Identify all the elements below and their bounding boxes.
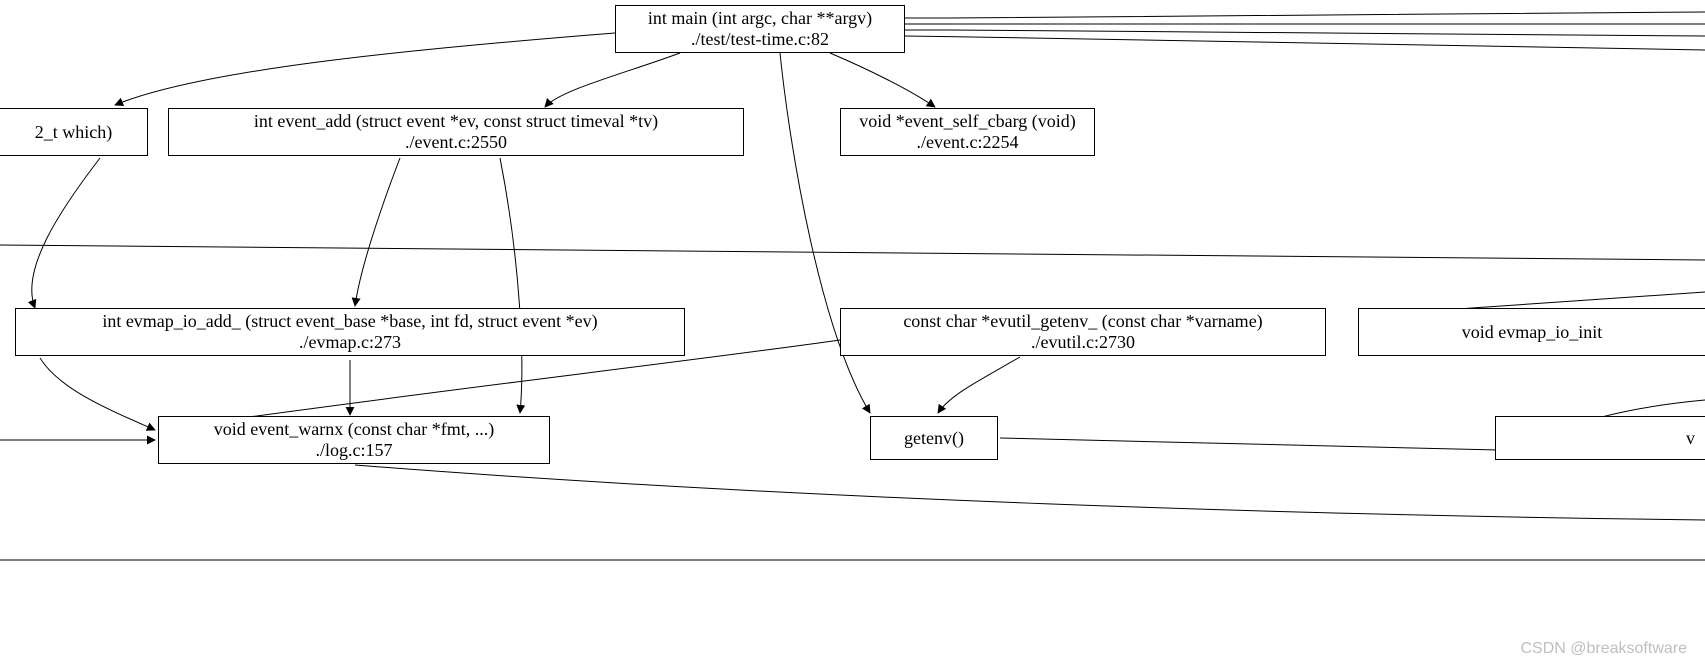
node-event-add-loc: ./event.c:2550 — [405, 132, 507, 153]
node-evmap-io-add-sig: int evmap_io_add_ (struct event_base *ba… — [102, 311, 597, 332]
node-getenv-sig: getenv() — [904, 428, 964, 449]
node-which: 2_t which) — [0, 108, 148, 156]
node-main-sig: int main (int argc, char **argv) — [648, 8, 872, 29]
node-evutil-getenv-loc: ./evutil.c:2730 — [1031, 332, 1135, 353]
node-event-add: int event_add (struct event *ev, const s… — [168, 108, 744, 156]
node-event-warnx: void event_warnx (const char *fmt, ...) … — [158, 416, 550, 464]
node-v: v — [1495, 416, 1705, 460]
node-self-cbarg-sig: void *event_self_cbarg (void) — [859, 111, 1076, 132]
node-evutil-getenv: const char *evutil_getenv_ (const char *… — [840, 308, 1326, 356]
node-event-warnx-loc: ./log.c:157 — [316, 440, 393, 461]
node-which-sig: 2_t which) — [35, 122, 112, 143]
node-evmap-io-init-sig: void evmap_io_init — [1462, 322, 1602, 343]
node-self-cbarg-loc: ./event.c:2254 — [917, 132, 1019, 153]
node-self-cbarg: void *event_self_cbarg (void) ./event.c:… — [840, 108, 1095, 156]
node-v-sig: v — [1502, 428, 1699, 449]
node-event-warnx-sig: void event_warnx (const char *fmt, ...) — [214, 419, 494, 440]
node-main-loc: ./test/test-time.c:82 — [691, 29, 829, 50]
node-main: int main (int argc, char **argv) ./test/… — [615, 5, 905, 53]
node-evmap-io-add-loc: ./evmap.c:273 — [299, 332, 401, 353]
node-getenv: getenv() — [870, 416, 998, 460]
node-evutil-getenv-sig: const char *evutil_getenv_ (const char *… — [903, 311, 1262, 332]
watermark: CSDN @breaksoftware — [1520, 640, 1687, 658]
node-event-add-sig: int event_add (struct event *ev, const s… — [254, 111, 658, 132]
node-evmap-io-add: int evmap_io_add_ (struct event_base *ba… — [15, 308, 685, 356]
node-evmap-io-init: void evmap_io_init — [1358, 308, 1705, 356]
